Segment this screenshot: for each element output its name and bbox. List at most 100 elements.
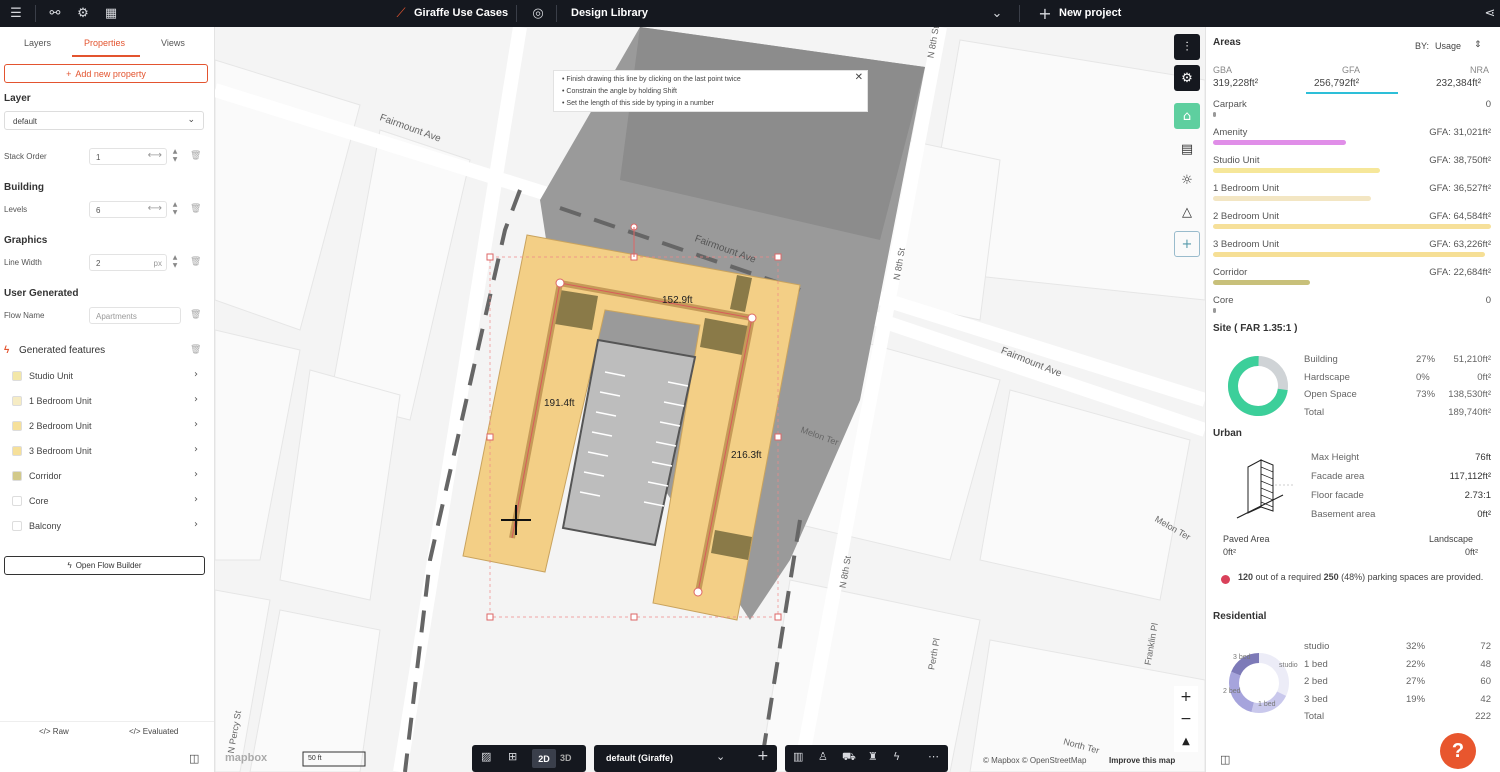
car-icon[interactable]: ⛟ (842, 750, 856, 765)
target-icon[interactable]: ◎ (529, 4, 547, 22)
line-width-value: 2 (96, 259, 101, 268)
feature-item[interactable]: 3 Bedroom Unit › (12, 443, 202, 459)
hatch-icon[interactable]: ▨ (481, 750, 491, 763)
by-label: BY: (1415, 41, 1430, 51)
feature-label: 1 Bedroom Unit (29, 396, 92, 406)
sort-icon[interactable]: ⇕ (1474, 40, 1482, 50)
gfa-value: 256,792ft² (1314, 78, 1360, 89)
trash-icon[interactable]: 🗑 (190, 345, 201, 355)
new-project-button[interactable]: New project (1059, 7, 1121, 19)
levels-input[interactable]: 6 ⟷ (89, 201, 167, 218)
plus-icon[interactable]: + (757, 748, 769, 764)
mode-2d-button[interactable]: 2D (532, 749, 556, 768)
style-select[interactable]: default (Giraffe) (606, 753, 673, 763)
layer-select[interactable]: default ⌄ (4, 111, 204, 130)
open-flow-builder-button[interactable]: ϟ Open Flow Builder (4, 556, 205, 575)
feature-item[interactable]: Core › (12, 493, 202, 509)
table-icon[interactable]: ▦ (102, 4, 120, 22)
feature-item[interactable]: 2 Bedroom Unit › (12, 418, 202, 434)
levels-stepper[interactable]: ▲ ▼ (170, 201, 180, 218)
flow-icon[interactable]: ⚯ (46, 4, 64, 22)
view-mode-bar: ▨ ⊞ 2D 3D (472, 745, 586, 772)
gfa-label[interactable]: GFA (1342, 65, 1360, 75)
tab-views[interactable]: Views (161, 38, 185, 48)
feature-item[interactable]: Corridor › (12, 468, 202, 484)
graphics-heading: Graphics (4, 235, 48, 246)
stack-order-stepper[interactable]: ▲ ▼ (170, 148, 180, 165)
close-icon[interactable]: ✕ (855, 72, 863, 84)
building-tool-icon[interactable]: ⌂ (1174, 103, 1200, 129)
floors-icon[interactable]: ▤ (1174, 136, 1200, 162)
gba-label[interactable]: GBA (1213, 65, 1232, 75)
line-width-input[interactable]: 2 px (89, 254, 167, 271)
res-row-label: studio (1304, 641, 1330, 652)
zoom-in-button[interactable]: + (1174, 686, 1198, 708)
site-row-value: 138,530ft² (1448, 389, 1491, 400)
chevron-down-icon[interactable]: ⌄ (716, 750, 725, 763)
divider (35, 5, 36, 22)
more-icon[interactable]: ⋯ (928, 750, 939, 763)
usage-name: Core (1213, 295, 1234, 306)
urban-row-label: Basement area (1311, 509, 1376, 520)
feature-item[interactable]: Studio Unit › (12, 368, 202, 384)
compass-icon[interactable]: ▲ (1174, 730, 1198, 752)
trash-icon[interactable]: 🗑 (190, 257, 201, 267)
tab-layers[interactable]: Layers (24, 38, 51, 48)
feature-item[interactable]: 1 Bedroom Unit › (12, 393, 202, 409)
chevron-down-icon[interactable]: ⌄ (988, 4, 1006, 22)
parking-text-b: (48%) parking spaces are provided. (1341, 572, 1484, 582)
trash-icon[interactable]: 🗑 (190, 204, 201, 214)
mode-3d-button[interactable]: 3D (560, 753, 572, 763)
drag-resize-icon[interactable]: ⟷ (148, 203, 162, 214)
urban-row-value: 117,112ft² (1449, 471, 1491, 482)
tower-icon[interactable]: ♜ (868, 750, 878, 763)
bell-icon[interactable]: ♙ (818, 750, 828, 763)
drag-resize-icon[interactable]: ⟷ (148, 150, 162, 161)
library-dropdown[interactable]: Design Library (571, 7, 648, 19)
urban-row-label: Facade area (1311, 471, 1365, 482)
project-name[interactable]: Giraffe Use Cases (414, 7, 508, 19)
collapse-panel-icon[interactable]: ◫ (189, 752, 199, 765)
by-select[interactable]: Usage (1435, 41, 1461, 51)
settings-icon[interactable]: ⚙ (1174, 65, 1200, 91)
chevron-right-icon: › (194, 444, 198, 455)
donut-label: 1 bed (1258, 701, 1276, 708)
usage-value: GFA: 63,226ft² (1429, 239, 1491, 250)
feature-label: Balcony (29, 521, 62, 531)
trash-icon[interactable]: 🗑 (190, 151, 201, 161)
divider (556, 5, 557, 22)
trash-icon[interactable]: 🗑 (190, 310, 201, 320)
add-icon[interactable]: + (1174, 231, 1200, 257)
res-row-value: 222 (1475, 711, 1491, 722)
res-row-value: 60 (1480, 676, 1491, 687)
lightning-icon[interactable]: ϟ (893, 750, 900, 763)
envelope-icon[interactable]: △ (1174, 199, 1200, 225)
add-property-button[interactable]: + Add new property (4, 64, 208, 83)
usage-value: GFA: 38,750ft² (1429, 155, 1491, 166)
filter-icon[interactable]: ⚙ (74, 4, 92, 22)
sun-icon[interactable]: ☼ (1174, 167, 1200, 193)
tab-properties[interactable]: Properties (84, 38, 125, 48)
raw-button[interactable]: </> Raw (39, 727, 69, 736)
map-canvas[interactable]: Fairmount Ave Fairmount Ave Fairmount Av… (215, 27, 1205, 772)
dimension-label: 191.4ft (544, 398, 575, 409)
share-icon[interactable]: ⋖ (1481, 4, 1499, 22)
landscape-label: Landscape (1429, 534, 1474, 544)
zoom-out-button[interactable]: − (1174, 708, 1198, 730)
map-icon[interactable]: ⊞ (508, 750, 517, 763)
evaluated-button[interactable]: </> Evaluated (129, 727, 178, 736)
stack-order-input[interactable]: 1 ⟷ (89, 148, 167, 165)
building-icon[interactable]: ▥ (793, 750, 803, 763)
building-axonometric-icon (1236, 459, 1293, 519)
map-attribution[interactable]: © Mapbox © OpenStreetMap (983, 756, 1086, 765)
nra-label[interactable]: NRA (1470, 65, 1489, 75)
menu-icon[interactable]: ☰ (7, 4, 25, 22)
help-button[interactable]: ? (1440, 733, 1476, 769)
improve-map-link[interactable]: Improve this map (1109, 756, 1175, 765)
sliders-icon[interactable]: ⫶ (1174, 34, 1200, 60)
flow-name-input[interactable]: Apartments (89, 307, 181, 324)
collapse-panel-icon[interactable]: ◫ (1220, 753, 1230, 766)
feature-item[interactable]: Balcony › (12, 518, 202, 534)
plus-icon[interactable]: + (1036, 4, 1054, 23)
line-width-stepper[interactable]: ▲ ▼ (170, 254, 180, 271)
